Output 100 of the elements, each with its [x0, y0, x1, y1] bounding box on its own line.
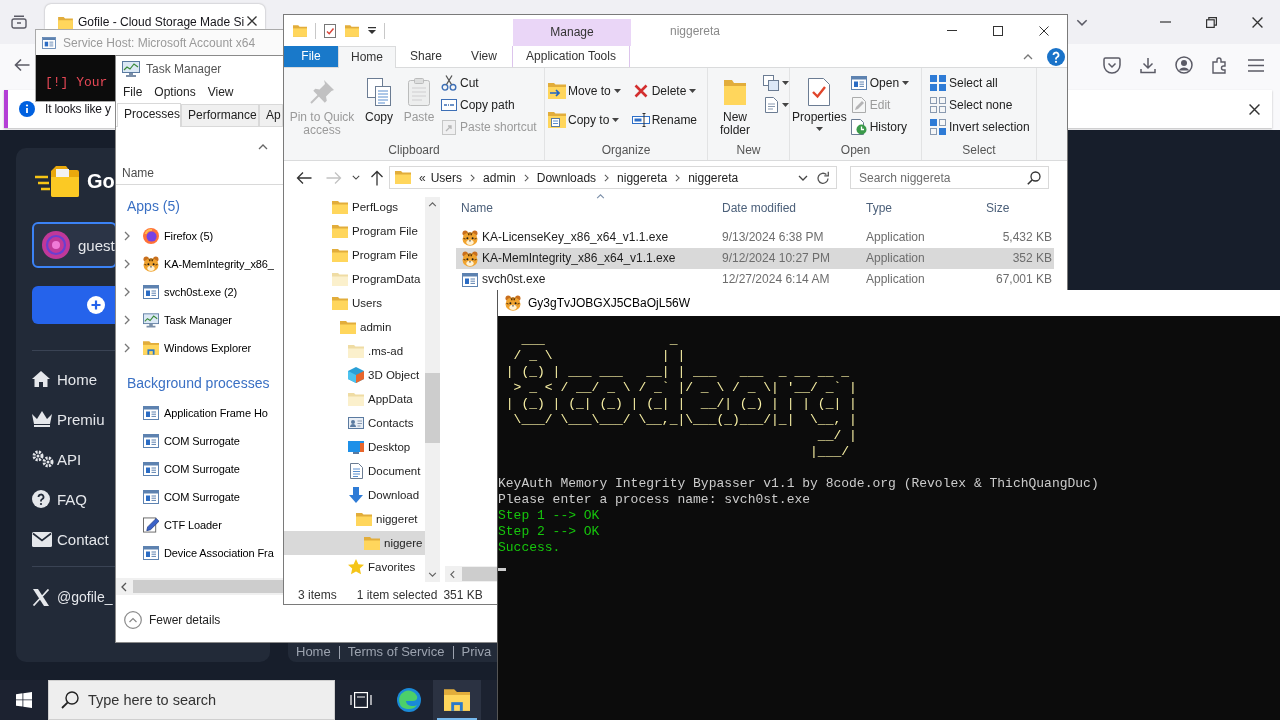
- chevron-right-icon[interactable]: [124, 343, 130, 353]
- process-row[interactable]: svch0st.exe (2): [116, 278, 238, 306]
- column-header[interactable]: Name: [122, 166, 154, 180]
- tree-item[interactable]: Download: [284, 483, 425, 507]
- caret-icon[interactable]: [612, 118, 620, 122]
- process-row[interactable]: Task Manager: [116, 306, 232, 334]
- tab[interactable]: Ap: [259, 104, 283, 126]
- chevron-up-icon[interactable]: [1023, 53, 1033, 60]
- menu-item[interactable]: File: [123, 85, 143, 99]
- sort-chevron-icon[interactable]: [596, 194, 605, 199]
- chevron-right-icon[interactable]: [604, 173, 610, 182]
- back-arrow-icon[interactable]: [14, 58, 30, 72]
- caret-icon[interactable]: [613, 89, 621, 93]
- close-icon[interactable]: [1249, 103, 1260, 115]
- ribbon-button[interactable]: Cut: [441, 72, 479, 94]
- process-row[interactable]: COM Surrogate: [116, 483, 240, 511]
- sidebar-link[interactable]: Home: [32, 359, 97, 399]
- chevron-left-icon[interactable]: [450, 569, 455, 579]
- tree-item[interactable]: Program File: [284, 219, 425, 243]
- tree-item[interactable]: Favorites: [284, 555, 425, 579]
- chevron-left-icon[interactable]: [121, 581, 127, 592]
- chevron-down-icon[interactable]: [1076, 18, 1088, 26]
- horizontal-scrollbar[interactable]: [445, 566, 499, 582]
- chevron-right-icon[interactable]: [675, 173, 681, 182]
- tree-item[interactable]: Contacts: [284, 411, 425, 435]
- search-field[interactable]: Type here to search: [48, 680, 335, 720]
- address-bar[interactable]: « Users admin Downloads niggereta niggereta: [389, 166, 837, 189]
- process-row[interactable]: COM Surrogate: [116, 427, 240, 455]
- chevron-down-icon[interactable]: [428, 572, 437, 577]
- process-row[interactable]: CTF Loader: [116, 511, 222, 539]
- ribbon-tab[interactable]: File: [284, 46, 338, 67]
- ribbon-button[interactable]: [763, 72, 789, 94]
- tree-item[interactable]: niggeret: [284, 507, 425, 531]
- sidebar-link[interactable]: API: [32, 439, 82, 479]
- column-header[interactable]: Size: [978, 197, 1054, 220]
- tree-item[interactable]: PerfLogs: [284, 195, 425, 219]
- breadcrumb[interactable]: niggereta: [617, 170, 668, 185]
- breadcrumb[interactable]: Users: [430, 170, 463, 185]
- footer-link[interactable]: Home: [296, 644, 331, 660]
- sidebar-link[interactable]: Premiu: [32, 399, 105, 439]
- add-button[interactable]: [32, 286, 117, 324]
- scrollbar-thumb[interactable]: [462, 567, 499, 581]
- chevron-right-icon[interactable]: [124, 287, 130, 297]
- account-icon[interactable]: [1175, 56, 1193, 74]
- ribbon-tab[interactable]: Home: [338, 46, 396, 68]
- menu-icon[interactable]: [1248, 58, 1264, 72]
- tree-item[interactable]: ProgramData: [284, 267, 425, 291]
- process-row[interactable]: KA-MemIntegrity_x86_: [116, 250, 274, 278]
- chevron-up-icon[interactable]: [428, 202, 437, 207]
- ribbon-button[interactable]: Open: [850, 72, 910, 94]
- ribbon-tab[interactable]: Share: [396, 46, 456, 67]
- tree-item[interactable]: Document: [284, 459, 425, 483]
- search-icon[interactable]: [1027, 170, 1041, 185]
- ribbon-button[interactable]: Invert selection: [930, 116, 1030, 138]
- document-check-icon[interactable]: [324, 23, 336, 38]
- chevron-right-icon[interactable]: [124, 231, 130, 241]
- back-arrow-icon[interactable]: [296, 170, 312, 185]
- breadcrumb[interactable]: niggereta: [688, 170, 739, 185]
- tab[interactable]: Processes: [117, 103, 181, 127]
- refresh-icon[interactable]: [816, 170, 830, 185]
- close-icon[interactable]: [247, 16, 257, 26]
- process-row[interactable]: COM Surrogate: [116, 455, 240, 483]
- file-row[interactable]: KA-LicenseKey_x86_x64_v1.1.exe 9/13/2024 6:38 PM Application 5,432 KB: [456, 227, 1054, 248]
- tree-item[interactable]: .ms-ad: [284, 339, 425, 363]
- process-row[interactable]: Firefox (5): [116, 222, 214, 250]
- caret-icon[interactable]: [902, 81, 910, 85]
- ribbon-button[interactable]: Copy path: [441, 94, 515, 116]
- tree-item[interactable]: admin: [284, 315, 425, 339]
- social-link[interactable]: @gofile_: [32, 577, 113, 617]
- sidebar-link[interactable]: FAQ: [32, 479, 87, 519]
- tree-item[interactable]: niggere: [284, 531, 425, 555]
- browser-tab[interactable]: Gofile - Cloud Storage Made Si: [45, 4, 265, 29]
- column-header[interactable]: Name: [456, 197, 714, 220]
- chevron-right-icon[interactable]: [124, 259, 130, 269]
- account-switcher[interactable]: guest: [32, 222, 117, 268]
- footer-link[interactable]: Terms of Service: [347, 644, 445, 660]
- path-overflow-button[interactable]: «: [419, 170, 426, 185]
- taskbar-button[interactable]: [433, 680, 481, 720]
- sidebar-link[interactable]: Contact: [32, 519, 109, 559]
- tree-item[interactable]: Desktop: [284, 435, 425, 459]
- ribbon-button[interactable]: Select none: [930, 94, 1013, 116]
- fewer-details-button[interactable]: Fewer details: [124, 606, 221, 634]
- menu-item[interactable]: View: [207, 85, 234, 99]
- chevron-up-icon[interactable]: [258, 144, 268, 150]
- up-arrow-icon[interactable]: [370, 169, 384, 186]
- tab[interactable]: Performance: [181, 104, 259, 126]
- file-row[interactable]: svch0st.exe 12/27/2024 6:14 AM Application 67,001 KB: [456, 269, 1054, 290]
- caret-icon[interactable]: [782, 81, 789, 85]
- breadcrumb[interactable]: admin: [483, 170, 516, 185]
- footer-link[interactable]: Priva: [461, 644, 492, 660]
- process-row[interactable]: Windows Explorer: [116, 334, 252, 362]
- shield-icon[interactable]: [1103, 56, 1121, 74]
- search-field[interactable]: Search niggereta: [850, 166, 1049, 189]
- tab-list-icon[interactable]: [11, 15, 27, 29]
- process-row[interactable]: Application Frame Ho: [116, 399, 268, 427]
- column-header[interactable]: Type: [858, 197, 978, 220]
- ribbon-button[interactable]: Delete: [632, 78, 697, 104]
- chevron-right-icon[interactable]: [124, 315, 130, 325]
- ribbon-button[interactable]: New folder: [710, 68, 760, 137]
- tree-item[interactable]: Users: [284, 291, 425, 315]
